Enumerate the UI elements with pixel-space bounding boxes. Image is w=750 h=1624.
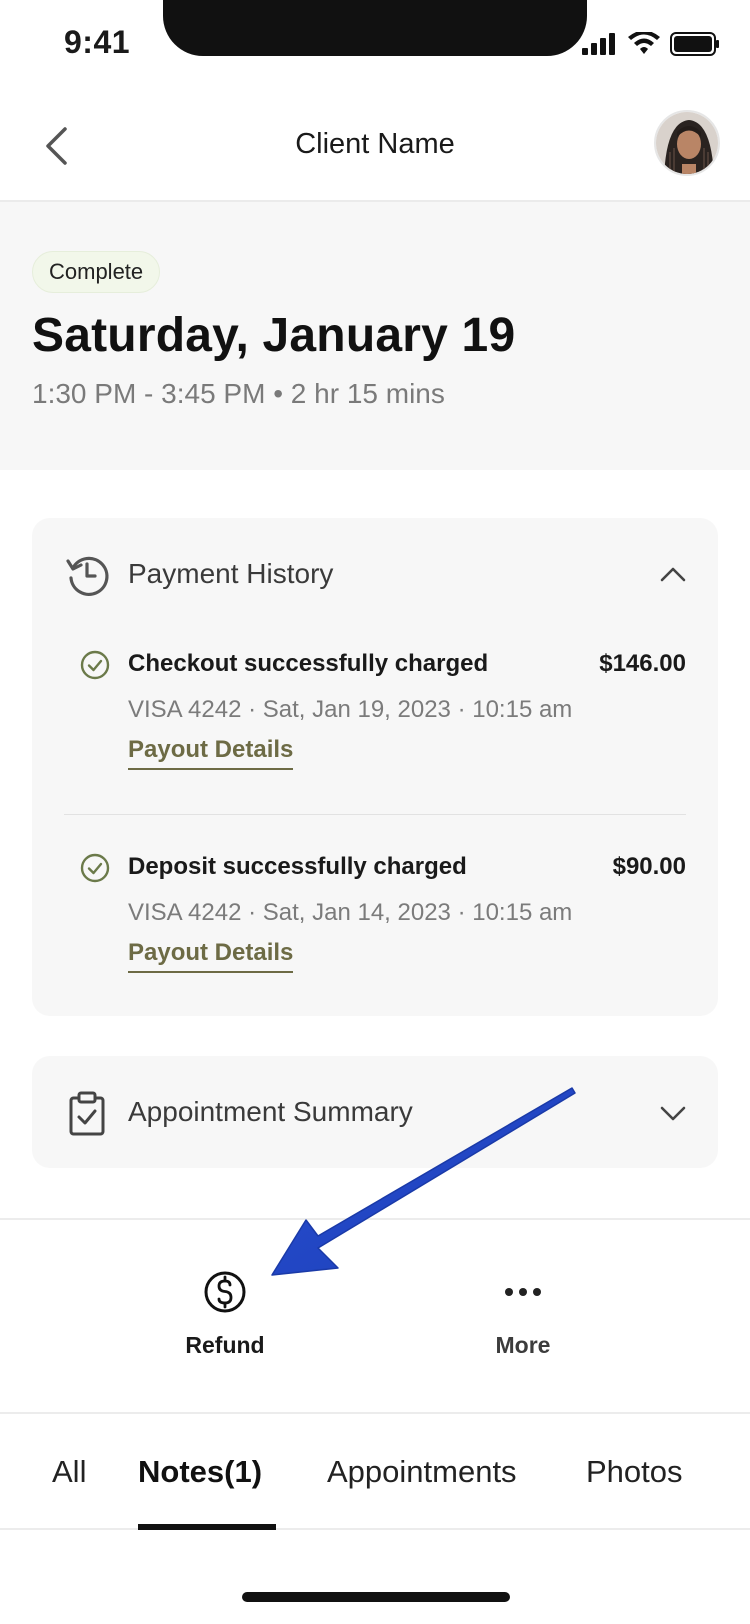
- wifi-icon: [628, 32, 660, 54]
- check-circle-icon: [80, 853, 110, 883]
- clipboard-check-icon: [69, 1091, 105, 1136]
- action-bar: Refund More: [0, 1218, 750, 1414]
- appointment-date: Saturday, January 19: [32, 309, 516, 362]
- payment-history-header[interactable]: Payment History: [32, 518, 718, 630]
- appointment-header-section: Complete Saturday, January 19 1:30 PM - …: [0, 202, 750, 470]
- refund-label: Refund: [185, 1332, 265, 1358]
- tab-photos[interactable]: Photos: [586, 1454, 683, 1490]
- top-navigation-header: Client Name: [0, 90, 750, 202]
- payment-history-title: Payment History: [128, 558, 334, 589]
- home-indicator: [242, 1592, 510, 1602]
- status-bar: 9:41: [0, 0, 750, 90]
- payout-details-link[interactable]: Payout Details: [128, 939, 294, 973]
- avatar-image: [656, 112, 718, 174]
- transaction-amount: $90.00: [612, 853, 686, 880]
- appointment-summary-card[interactable]: Appointment Summary: [32, 1056, 718, 1168]
- tab-all[interactable]: All: [52, 1454, 86, 1490]
- tab-bar: All Notes(1) Appointments Photos: [0, 1414, 750, 1530]
- signal-icon: [582, 33, 615, 55]
- transaction-item: Checkout successfully charged $146.00 VI…: [32, 630, 718, 780]
- active-tab-indicator: [138, 1524, 276, 1530]
- history-clock-icon: [66, 556, 109, 596]
- transaction-title: Checkout successfully charged: [128, 650, 489, 677]
- transaction-meta: VISA 4242 · Sat, Jan 14, 2023 · 10:15 am: [128, 899, 573, 926]
- chevron-down-icon: [660, 1106, 686, 1121]
- refund-button[interactable]: Refund: [125, 1270, 325, 1359]
- transaction-meta: VISA 4242 · Sat, Jan 19, 2023 · 10:15 am: [128, 696, 573, 723]
- status-badge: Complete: [32, 251, 161, 293]
- tab-notes[interactable]: Notes(1): [138, 1454, 262, 1490]
- status-icons: [582, 32, 720, 56]
- transaction-amount: $146.00: [599, 650, 686, 677]
- device-notch: [163, 0, 587, 56]
- payout-details-link[interactable]: Payout Details: [128, 736, 294, 770]
- appointment-summary-title: Appointment Summary: [128, 1096, 413, 1127]
- client-avatar[interactable]: [654, 110, 720, 176]
- more-button[interactable]: More: [423, 1270, 623, 1359]
- ellipsis-icon: [505, 1288, 541, 1296]
- status-time: 9:41: [64, 24, 131, 60]
- transaction-item: Deposit successfully charged $90.00 VISA…: [32, 833, 718, 983]
- payment-history-card: Payment History Checkout successfully ch…: [32, 518, 718, 1016]
- transaction-title: Deposit successfully charged: [128, 853, 467, 880]
- transaction-divider: [64, 814, 686, 815]
- appointment-time-range: 1:30 PM - 3:45 PM • 2 hr 15 mins: [32, 378, 445, 409]
- header-title: Client Name: [295, 128, 455, 160]
- dollar-circle-icon: [204, 1271, 246, 1313]
- more-label: More: [495, 1332, 551, 1358]
- check-circle-icon: [80, 650, 110, 680]
- tab-appointments[interactable]: Appointments: [327, 1454, 517, 1490]
- battery-icon: [670, 32, 719, 56]
- chevron-up-icon: [660, 567, 686, 582]
